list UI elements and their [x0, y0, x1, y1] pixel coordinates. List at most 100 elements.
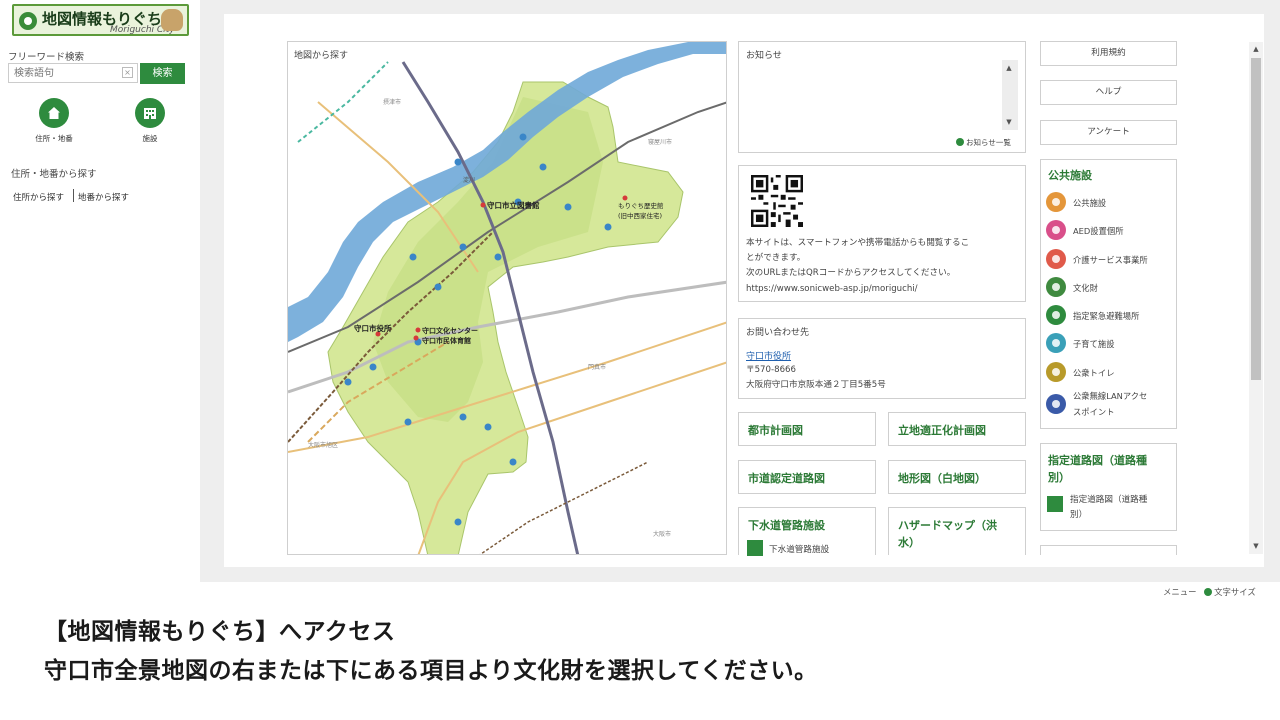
contact-office-link[interactable]: 守口市役所 [746, 349, 791, 362]
caption-line-1: 【地図情報もりぐち】へアクセス [44, 619, 396, 645]
map-label-gym: 守口市民体育館 [422, 336, 471, 345]
qr-code-icon [751, 175, 803, 227]
map-label-culture-center: 守口文化センター [422, 326, 478, 335]
layer-icon [1047, 496, 1063, 512]
site-logo[interactable]: 地図情報もりぐち Moriguchi City [12, 4, 189, 36]
toilet-icon [1046, 362, 1066, 382]
tile-title[interactable]: 立地適正化計画図 [898, 422, 986, 439]
map-label-settsu: 摂津市 [383, 98, 401, 106]
contact-postal: 〒570-8666 [746, 365, 796, 375]
link-search-address[interactable]: 住所から探す [13, 191, 64, 203]
tile-sub[interactable]: 下水道管路施設 [769, 543, 829, 555]
search-input[interactable] [8, 63, 138, 83]
map-label-museum-1: もりぐち歴史館 [618, 201, 664, 210]
nav-label-facility[interactable]: 施設 [125, 133, 175, 144]
building-icon [1046, 192, 1066, 212]
wifi-icon [1046, 394, 1066, 414]
font-size-icon [1204, 588, 1213, 596]
facility-label[interactable]: 公共施設 [1073, 196, 1106, 212]
aed-icon [1046, 220, 1066, 240]
help-button[interactable]: ヘルプ [1040, 80, 1177, 105]
map-label-neyagawa: 寝屋川市 [648, 138, 672, 146]
layer-icon [747, 540, 763, 556]
map-label-asahi: 大阪市旭区 [308, 441, 338, 449]
clear-icon[interactable]: × [122, 67, 133, 78]
scroll-up-icon[interactable]: ▲ [1002, 62, 1016, 74]
map-label-kadoma: 門真市 [588, 363, 606, 371]
news-scrollbar[interactable]: ▲ ▼ [1002, 60, 1018, 130]
childcare-icon [1046, 333, 1066, 353]
facility-label[interactable]: 介護サービス事業所 [1073, 253, 1148, 269]
tile-city-road[interactable]: 市道認定道路図 [738, 460, 876, 494]
city-overview-map[interactable]: 守口市立図書館 もりぐち歴史館 (旧中西家住宅) 守口市役所 守口文化センター … [288, 42, 727, 555]
facility-label[interactable]: 子育て施設 [1073, 337, 1115, 353]
menu-link[interactable]: メニュー [1163, 587, 1197, 597]
search-button[interactable]: 検索 [140, 63, 185, 84]
mobile-text-2: とができます。 [746, 253, 806, 263]
overview-map-panel[interactable]: 守口市立図書館 もりぐち歴史館 (旧中西家住宅) 守口市役所 守口文化センター … [287, 41, 727, 555]
next-panel [1040, 545, 1177, 555]
tile-city-planning[interactable]: 都市計画図 [738, 412, 876, 446]
footer-tools: メニュー 文字サイズ [1163, 586, 1256, 598]
tile-title-line2[interactable]: 水） [898, 534, 920, 551]
tile-title[interactable]: 下水道管路施設 [748, 517, 825, 534]
tile-title[interactable]: 都市計画図 [748, 422, 803, 439]
map-label-osaka: 大阪市 [653, 530, 671, 538]
facility-label[interactable]: 文化財 [1073, 281, 1098, 297]
tile-sewer[interactable]: 下水道管路施設 下水道管路施設 [738, 507, 876, 556]
scroll-down-icon[interactable]: ▼ [1249, 540, 1263, 552]
map-label-city-office: 守口市役所 [354, 323, 392, 333]
nav-label-address[interactable]: 住所・地番 [29, 133, 79, 144]
caption-line-2: 守口市全景地図の右または下にある項目より文化財を選択してください。 [44, 658, 818, 684]
tile-hazard-map[interactable]: ハザードマップ（洪 水） [888, 507, 1026, 555]
sidebar: 地図情報もりぐち Moriguchi City フリーワード検索 × 検索 住所… [0, 0, 200, 582]
scroll-up-icon[interactable]: ▲ [1249, 43, 1263, 55]
scroll-thumb[interactable] [1251, 58, 1261, 380]
tile-title-line1[interactable]: ハザードマップ（洪 [898, 517, 997, 534]
contact-address: 大阪府守口市京阪本通２丁目5番5号 [746, 380, 886, 390]
mobile-text-1: 本サイトは、スマートフォンや携帯電話からも閲覧するこ [746, 238, 970, 248]
city-emblem-icon [19, 12, 37, 30]
facility-label-line2[interactable]: スポイント [1073, 405, 1115, 421]
mascot-icon [161, 9, 183, 31]
road-item-line2[interactable]: 別） [1070, 508, 1087, 520]
facility-label[interactable]: AED設置個所 [1073, 224, 1124, 240]
page-scrollbar[interactable]: ▲ ▼ [1249, 42, 1263, 554]
facility-label-line1[interactable]: 公衆無線LANアクセ [1073, 389, 1147, 405]
facilities-title: 公共施設 [1048, 169, 1092, 182]
terms-button[interactable]: 利用規約 [1040, 41, 1177, 66]
link-divider [73, 189, 74, 202]
link-search-lot[interactable]: 地番から探す [78, 191, 129, 203]
house-icon[interactable] [39, 98, 69, 128]
mobile-text-3: 次のURLまたはQRコードからアクセスしてください。 [746, 268, 956, 278]
map-label-library: 守口市立図書館 [487, 200, 540, 210]
address-section-label: 住所・地番から探す [11, 169, 97, 180]
building-icon[interactable] [135, 98, 165, 128]
survey-button[interactable]: アンケート [1040, 120, 1177, 145]
evacuation-icon [1046, 305, 1066, 325]
cultural-asset-icon [1046, 277, 1066, 297]
news-more-label[interactable]: お知らせ一覧 [966, 138, 1011, 147]
tile-title[interactable]: 地形図（白地図） [898, 470, 986, 487]
contact-title: お問い合わせ先 [746, 328, 810, 338]
road-title-line2: 別） [1048, 471, 1070, 484]
font-size-link[interactable]: 文字サイズ [1214, 587, 1256, 597]
tile-title[interactable]: 市道認定道路図 [748, 470, 825, 487]
map-label-river: 淀川 [463, 176, 475, 184]
tile-location-plan[interactable]: 立地適正化計画図 [888, 412, 1026, 446]
scroll-down-icon[interactable]: ▼ [1002, 116, 1016, 128]
map-panel-title: 地図から探す [294, 51, 349, 61]
search-label: フリーワード検索 [8, 52, 85, 63]
road-title-line1: 指定道路図（道路種 [1048, 454, 1147, 467]
road-item-line1[interactable]: 指定道路図（道路種 [1070, 493, 1147, 505]
news-title: お知らせ [746, 51, 782, 61]
arrow-circle-icon [956, 138, 964, 146]
app-screen: 地図情報もりぐち Moriguchi City フリーワード検索 × 検索 住所… [0, 0, 1280, 582]
tile-topographic[interactable]: 地形図（白地図） [888, 460, 1026, 494]
facility-label[interactable]: 公衆トイレ [1073, 366, 1115, 382]
map-label-museum-2: (旧中西家住宅) [618, 211, 662, 220]
mobile-url: https://www.sonicweb-asp.jp/moriguchi/ [746, 284, 918, 294]
care-icon [1046, 249, 1066, 269]
facility-label[interactable]: 指定緊急避難場所 [1073, 309, 1139, 325]
news-more-link[interactable]: お知らせ一覧 [956, 137, 1011, 148]
